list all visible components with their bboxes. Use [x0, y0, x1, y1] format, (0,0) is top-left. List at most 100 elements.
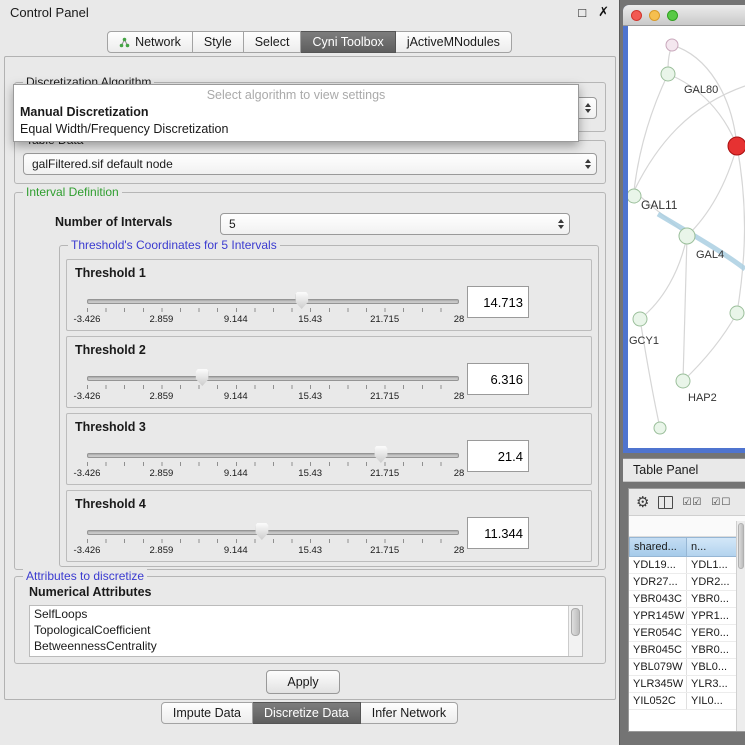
float-window-icon[interactable]: □ [578, 5, 586, 20]
scale-tick-label: 28 [454, 545, 465, 556]
threshold-4-slider[interactable]: -3.426 2.859 9.144 15.43 21.715 28 [87, 521, 459, 559]
list-item[interactable]: TopologicalCoefficient [30, 622, 582, 638]
network-node-gal80[interactable] [661, 67, 675, 81]
cell[interactable]: YDL19... [629, 557, 687, 573]
cell[interactable]: YPR145W [629, 608, 687, 624]
scale-tick-label: 28 [454, 314, 465, 325]
cell[interactable]: YBL079W [629, 659, 687, 675]
tab-style[interactable]: Style [193, 31, 244, 53]
threshold-1-value-field[interactable] [467, 286, 529, 318]
cell[interactable]: YPR1... [687, 608, 737, 624]
select-all-columns-icon[interactable]: ☑☑ [682, 497, 702, 508]
cell[interactable]: YBR0... [687, 591, 737, 607]
slider-thumb[interactable] [374, 446, 387, 463]
cell[interactable]: YBR043C [629, 591, 687, 607]
table-row[interactable]: YDL19... YDL1... [629, 557, 737, 574]
scale-tick-label: 21.715 [370, 391, 399, 402]
node-label-gal4: GAL4 [696, 249, 724, 261]
zoom-traffic-light-icon[interactable] [667, 10, 678, 21]
threshold-3-slider[interactable]: -3.426 2.859 9.144 15.43 21.715 28 [87, 444, 459, 482]
cell[interactable]: YLR3... [687, 676, 737, 692]
table-toolbar: ⚙ ☑☑ ☑☐ [629, 489, 745, 516]
network-node[interactable] [730, 306, 744, 320]
thresholds-group-label: Threshold's Coordinates for 5 Intervals [68, 238, 280, 252]
slider-track[interactable] [87, 376, 459, 381]
num-intervals-combobox[interactable]: 5 [220, 213, 570, 235]
table-row[interactable]: YBL079W YBL0... [629, 659, 737, 676]
cell[interactable]: YER0... [687, 625, 737, 641]
table-vertical-scrollbar[interactable] [736, 521, 745, 731]
list-scrollbar[interactable] [568, 606, 582, 656]
table-row[interactable]: YDR27... YDR2... [629, 574, 737, 591]
slider-track[interactable] [87, 453, 459, 458]
table-row[interactable]: YIL052C YIL0... [629, 693, 737, 710]
tab-discretize-data[interactable]: Discretize Data [253, 702, 361, 724]
scale-tick-label: -3.426 [74, 391, 101, 402]
threshold-2-slider[interactable]: -3.426 2.859 9.144 15.43 21.715 28 [87, 367, 459, 405]
table-row[interactable]: YBR045C YBR0... [629, 642, 737, 659]
cell[interactable]: YER054C [629, 625, 687, 641]
column-header-shared-name[interactable]: shared... [629, 537, 687, 557]
list-item[interactable]: BetweennessCentrality [30, 638, 582, 654]
close-window-icon[interactable]: ✗ [598, 4, 609, 20]
close-traffic-light-icon[interactable] [631, 10, 642, 21]
network-node[interactable] [666, 39, 678, 51]
cell[interactable]: YDR2... [687, 574, 737, 590]
threshold-1-slider[interactable]: -3.426 2.859 9.144 15.43 21.715 28 [87, 290, 459, 328]
network-node-gal11[interactable] [628, 189, 641, 203]
tab-jactivemnodules[interactable]: jActiveMNodules [396, 31, 512, 53]
network-node[interactable] [654, 422, 666, 434]
scrollbar-thumb[interactable] [571, 608, 580, 636]
tab-network[interactable]: Network [107, 31, 193, 53]
tab-impute-data[interactable]: Impute Data [161, 702, 253, 724]
cell[interactable]: YBR045C [629, 642, 687, 658]
tab-infer-network[interactable]: Infer Network [361, 702, 458, 724]
table-panel-window: ⚙ ☑☑ ☑☐ shared... n... YDL19... YDL1... … [628, 488, 745, 732]
cell[interactable]: YBR0... [687, 642, 737, 658]
scrollbar-thumb[interactable] [738, 523, 744, 569]
threshold-2-value-field[interactable] [467, 363, 529, 395]
cell[interactable]: YDR27... [629, 574, 687, 590]
list-item[interactable]: SelfLoops [30, 606, 582, 622]
node-label-gal11: GAL11 [641, 198, 678, 212]
select-some-columns-icon[interactable]: ☑☐ [711, 497, 731, 508]
slider-track[interactable] [87, 530, 459, 535]
table-row[interactable]: YER054C YER0... [629, 625, 737, 642]
table-row[interactable]: YBR043C YBR0... [629, 591, 737, 608]
tab-select[interactable]: Select [244, 31, 302, 53]
table-data-value: galFiltered.sif default node [32, 157, 173, 171]
scale-tick-label: 2.859 [150, 468, 174, 479]
threshold-3-value-field[interactable] [467, 440, 529, 472]
dropdown-option-equal-width[interactable]: Equal Width/Frequency Discretization [14, 121, 578, 138]
scale-tick-label: 21.715 [370, 545, 399, 556]
slider-thumb[interactable] [196, 369, 209, 386]
thresholds-group: Threshold's Coordinates for 5 Intervals … [59, 245, 599, 567]
cell[interactable]: YIL052C [629, 693, 687, 709]
cell[interactable]: YDL1... [687, 557, 737, 573]
threshold-4-value-field[interactable] [467, 517, 529, 549]
cell[interactable]: YIL0... [687, 693, 737, 709]
dropdown-option-manual-discretization[interactable]: Manual Discretization [14, 104, 578, 121]
dropdown-prompt: Select algorithm to view settings [14, 85, 578, 104]
network-node-selected-red[interactable] [728, 137, 745, 155]
apply-button[interactable]: Apply [266, 670, 340, 694]
table-row[interactable]: YLR345W YLR3... [629, 676, 737, 693]
cell[interactable]: YBL0... [687, 659, 737, 675]
slider-thumb[interactable] [295, 292, 308, 309]
gear-icon[interactable]: ⚙ [636, 495, 649, 510]
table-data-combobox[interactable]: galFiltered.sif default node [23, 153, 597, 175]
tab-cyni-toolbox[interactable]: Cyni Toolbox [301, 31, 395, 53]
network-graph: GAL80 GAL11 GAL4 GCY1 HAP2 [628, 26, 745, 448]
tab-label: Impute Data [173, 706, 241, 720]
network-node-gal4[interactable] [679, 228, 695, 244]
network-node-hap2[interactable] [676, 374, 690, 388]
minimize-traffic-light-icon[interactable] [649, 10, 660, 21]
cell[interactable]: YLR345W [629, 676, 687, 692]
slider-thumb[interactable] [255, 523, 268, 540]
network-canvas[interactable]: GAL80 GAL11 GAL4 GCY1 HAP2 [628, 26, 745, 448]
table-row[interactable]: YPR145W YPR1... [629, 608, 737, 625]
network-node-gcy1[interactable] [633, 312, 647, 326]
show-columns-icon[interactable] [658, 496, 673, 509]
slider-track[interactable] [87, 299, 459, 304]
tab-label: Cyni Toolbox [312, 35, 383, 49]
